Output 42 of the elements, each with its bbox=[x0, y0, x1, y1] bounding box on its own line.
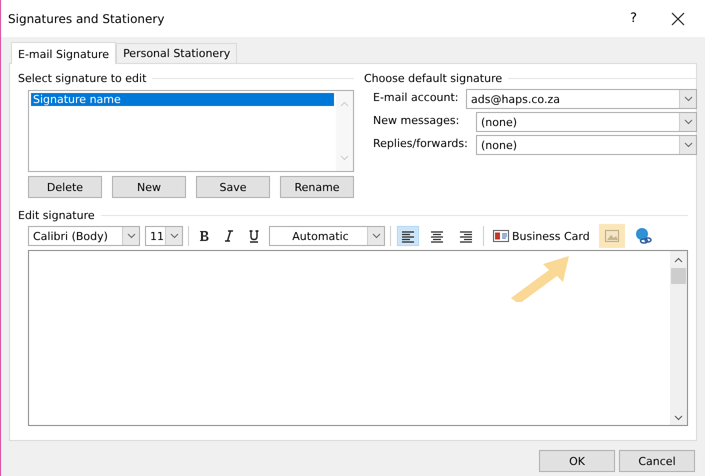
italic-icon[interactable] bbox=[223, 230, 235, 242]
dialog-button[interactable]: New bbox=[112, 176, 186, 198]
dialog-button[interactable]: OK bbox=[539, 450, 615, 472]
section-heading: Choose default signature bbox=[364, 72, 502, 84]
globe-link-icon[interactable] bbox=[634, 227, 652, 245]
field-label: Replies/forwards: bbox=[373, 136, 466, 150]
scroll-thumb[interactable] bbox=[671, 268, 686, 284]
font-dropdown[interactable]: Calibri (Body) bbox=[28, 226, 140, 246]
contact-card-icon bbox=[493, 230, 509, 242]
dialog-button[interactable]: Delete bbox=[28, 176, 102, 198]
size-dropdown[interactable]: 11 bbox=[145, 226, 183, 246]
chevron-down-icon bbox=[126, 233, 136, 239]
scroll-up-icon[interactable] bbox=[674, 257, 683, 263]
bold-icon[interactable] bbox=[198, 230, 210, 242]
scroll-down-icon[interactable] bbox=[674, 415, 683, 421]
tab[interactable]: E-mail Signature bbox=[11, 42, 116, 64]
signature-list[interactable]: Signature name bbox=[28, 90, 354, 172]
image-icon bbox=[604, 230, 619, 242]
align-left-icon[interactable] bbox=[397, 226, 419, 246]
color-dropdown[interactable]: Automatic bbox=[269, 226, 385, 246]
dialog-button[interactable]: Rename bbox=[280, 176, 354, 198]
business-card-button[interactable]: Business Card bbox=[489, 230, 594, 242]
help-button[interactable]: ? bbox=[630, 11, 637, 26]
chevron-down-icon bbox=[372, 233, 380, 239]
dialog-button[interactable]: Cancel bbox=[619, 450, 695, 472]
section-heading: Edit signature bbox=[18, 208, 95, 222]
dropdown[interactable]: ads@haps.co.za bbox=[466, 89, 697, 109]
field-label: E-mail account: bbox=[373, 90, 460, 104]
dropdown[interactable]: (none) bbox=[476, 112, 697, 132]
chevron-down-icon bbox=[684, 119, 692, 125]
section-heading: Select signature to edit bbox=[18, 72, 146, 84]
close-icon[interactable] bbox=[671, 12, 685, 26]
underline-icon[interactable] bbox=[248, 230, 260, 242]
field-label: New messages: bbox=[373, 114, 460, 126]
chevron-down-icon bbox=[684, 96, 692, 102]
dialog-button[interactable]: Save bbox=[196, 176, 270, 198]
chevron-down-icon bbox=[684, 142, 692, 148]
list-item[interactable]: Signature name bbox=[31, 93, 334, 106]
window-title: Signatures and Stationery bbox=[8, 12, 166, 26]
tab[interactable]: Personal Stationery bbox=[116, 43, 238, 63]
chevron-down-icon bbox=[170, 233, 178, 239]
dropdown[interactable]: (none) bbox=[476, 135, 697, 155]
